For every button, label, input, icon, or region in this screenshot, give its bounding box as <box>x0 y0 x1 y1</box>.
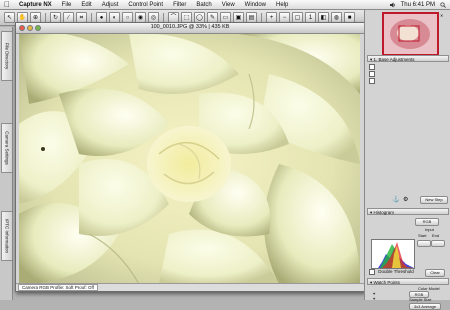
clock[interactable]: Thu 6:41 PM <box>401 2 435 8</box>
spotlight-icon[interactable] <box>440 1 446 8</box>
tab-file-directory-label: File Directory <box>4 42 10 70</box>
link-icon[interactable]: ⚓ <box>392 196 399 203</box>
start-label: Start <box>418 233 427 238</box>
histogram-chart <box>371 239 415 269</box>
histogram-title: Histogram <box>373 210 395 215</box>
image-window-title: 100_0010.JPG @ 33% | 435 KB <box>150 24 230 30</box>
rose-photo <box>19 34 360 284</box>
tab-iptc-information-label: IPTC Information <box>4 218 10 254</box>
edit-step-row[interactable] <box>369 78 447 84</box>
edit-list-header[interactable]: ▾ 1. Base Adjustments <box>367 55 449 62</box>
menu-bar:  Capture NX File Edit Adjust Control Po… <box>0 0 450 10</box>
double-threshold-label: Double Threshold <box>378 269 414 275</box>
toolbar-divider <box>45 12 46 23</box>
menu-file[interactable]: File <box>57 2 77 8</box>
right-panel: ✕ ▾ 1. Base Adjustments ⚓ ⚙ New Step ▾ H… <box>364 10 450 310</box>
panel-close-icon[interactable]: ✕ <box>440 13 443 18</box>
step-checkbox[interactable] <box>369 71 375 77</box>
disclosure-icon: ▾ <box>370 210 373 215</box>
menu-control-point[interactable]: Control Point <box>123 2 168 8</box>
tab-file-directory[interactable]: File Directory <box>1 31 13 81</box>
toolbar-divider <box>163 12 164 23</box>
direct-select-tool-icon[interactable]: ↖ <box>4 12 15 23</box>
histogram-channel-value: RGB <box>422 219 432 224</box>
histogram-graph <box>372 240 414 268</box>
sample-size-select[interactable]: 3x3 Average <box>409 303 441 310</box>
tab-camera-settings-label: Camera Settings <box>4 131 10 165</box>
step-checkbox[interactable] <box>369 78 375 84</box>
menu-filter[interactable]: Filter <box>168 2 191 8</box>
image-status-bar: Camera RGB Profile: Soft Proof: Off <box>16 283 364 291</box>
thumbnail-image <box>384 14 437 54</box>
menu-adjust[interactable]: Adjust <box>97 2 124 8</box>
settings-icon[interactable]: ⚙ <box>403 196 408 203</box>
toolbar-divider <box>91 12 92 23</box>
end-label: End <box>432 233 440 238</box>
menu-window[interactable]: Window <box>240 2 271 8</box>
toolbar-divider <box>261 12 262 23</box>
new-step-button[interactable]: New Step <box>420 196 448 204</box>
disclosure-icon: ▾ <box>370 57 373 62</box>
apple-menu-icon[interactable]:  <box>0 0 14 9</box>
disclosure-icon: ▾ <box>370 280 373 285</box>
menu-batch[interactable]: Batch <box>191 2 216 8</box>
tab-camera-settings[interactable]: Camera Settings <box>1 123 13 173</box>
menu-edit[interactable]: Edit <box>76 2 96 8</box>
image-window: 100_0010.JPG @ 33% | 435 KB Camera RGB P… <box>15 22 365 292</box>
double-threshold-checkbox[interactable] <box>369 269 375 275</box>
menu-app[interactable]: Capture NX <box>14 2 57 8</box>
input-label: Input <box>425 227 434 232</box>
start-field[interactable] <box>417 240 431 247</box>
image-window-titlebar[interactable]: 100_0010.JPG @ 33% | 435 KB <box>16 23 364 34</box>
sample-size-value: 3x3 Average <box>413 304 437 309</box>
volume-icon[interactable] <box>389 2 396 8</box>
histogram-header[interactable]: ▾ Histogram <box>367 208 449 215</box>
watch-points-title: Watch Points <box>373 280 400 285</box>
left-dock: File Directory Camera Settings IPTC Info… <box>0 27 13 300</box>
clear-button[interactable]: Clear <box>425 269 445 277</box>
edit-step-row[interactable] <box>369 71 447 77</box>
menu-view[interactable]: View <box>217 2 240 8</box>
profile-selector[interactable]: Camera RGB Profile: Soft Proof: Off <box>18 284 98 291</box>
histogram-channel-select[interactable]: RGB <box>415 218 439 226</box>
clear-label: Clear <box>430 270 440 275</box>
watch-point-2[interactable]: ⌖ <box>373 296 375 301</box>
watch-points-header[interactable]: ▾ Watch Points <box>367 278 449 285</box>
new-step-label: New Step <box>425 197 443 202</box>
tab-iptc-information[interactable]: IPTC Information <box>1 211 13 261</box>
photo-canvas[interactable] <box>19 34 360 284</box>
menu-extras: Thu 6:41 PM <box>389 1 450 8</box>
end-field[interactable] <box>431 240 445 247</box>
navigator-thumbnail[interactable] <box>382 12 439 56</box>
edit-step-row[interactable] <box>369 64 447 70</box>
step-checkbox[interactable] <box>369 64 375 70</box>
base-adjustments-label: 1. Base Adjustments <box>373 57 415 62</box>
menu-help[interactable]: Help <box>271 2 293 8</box>
